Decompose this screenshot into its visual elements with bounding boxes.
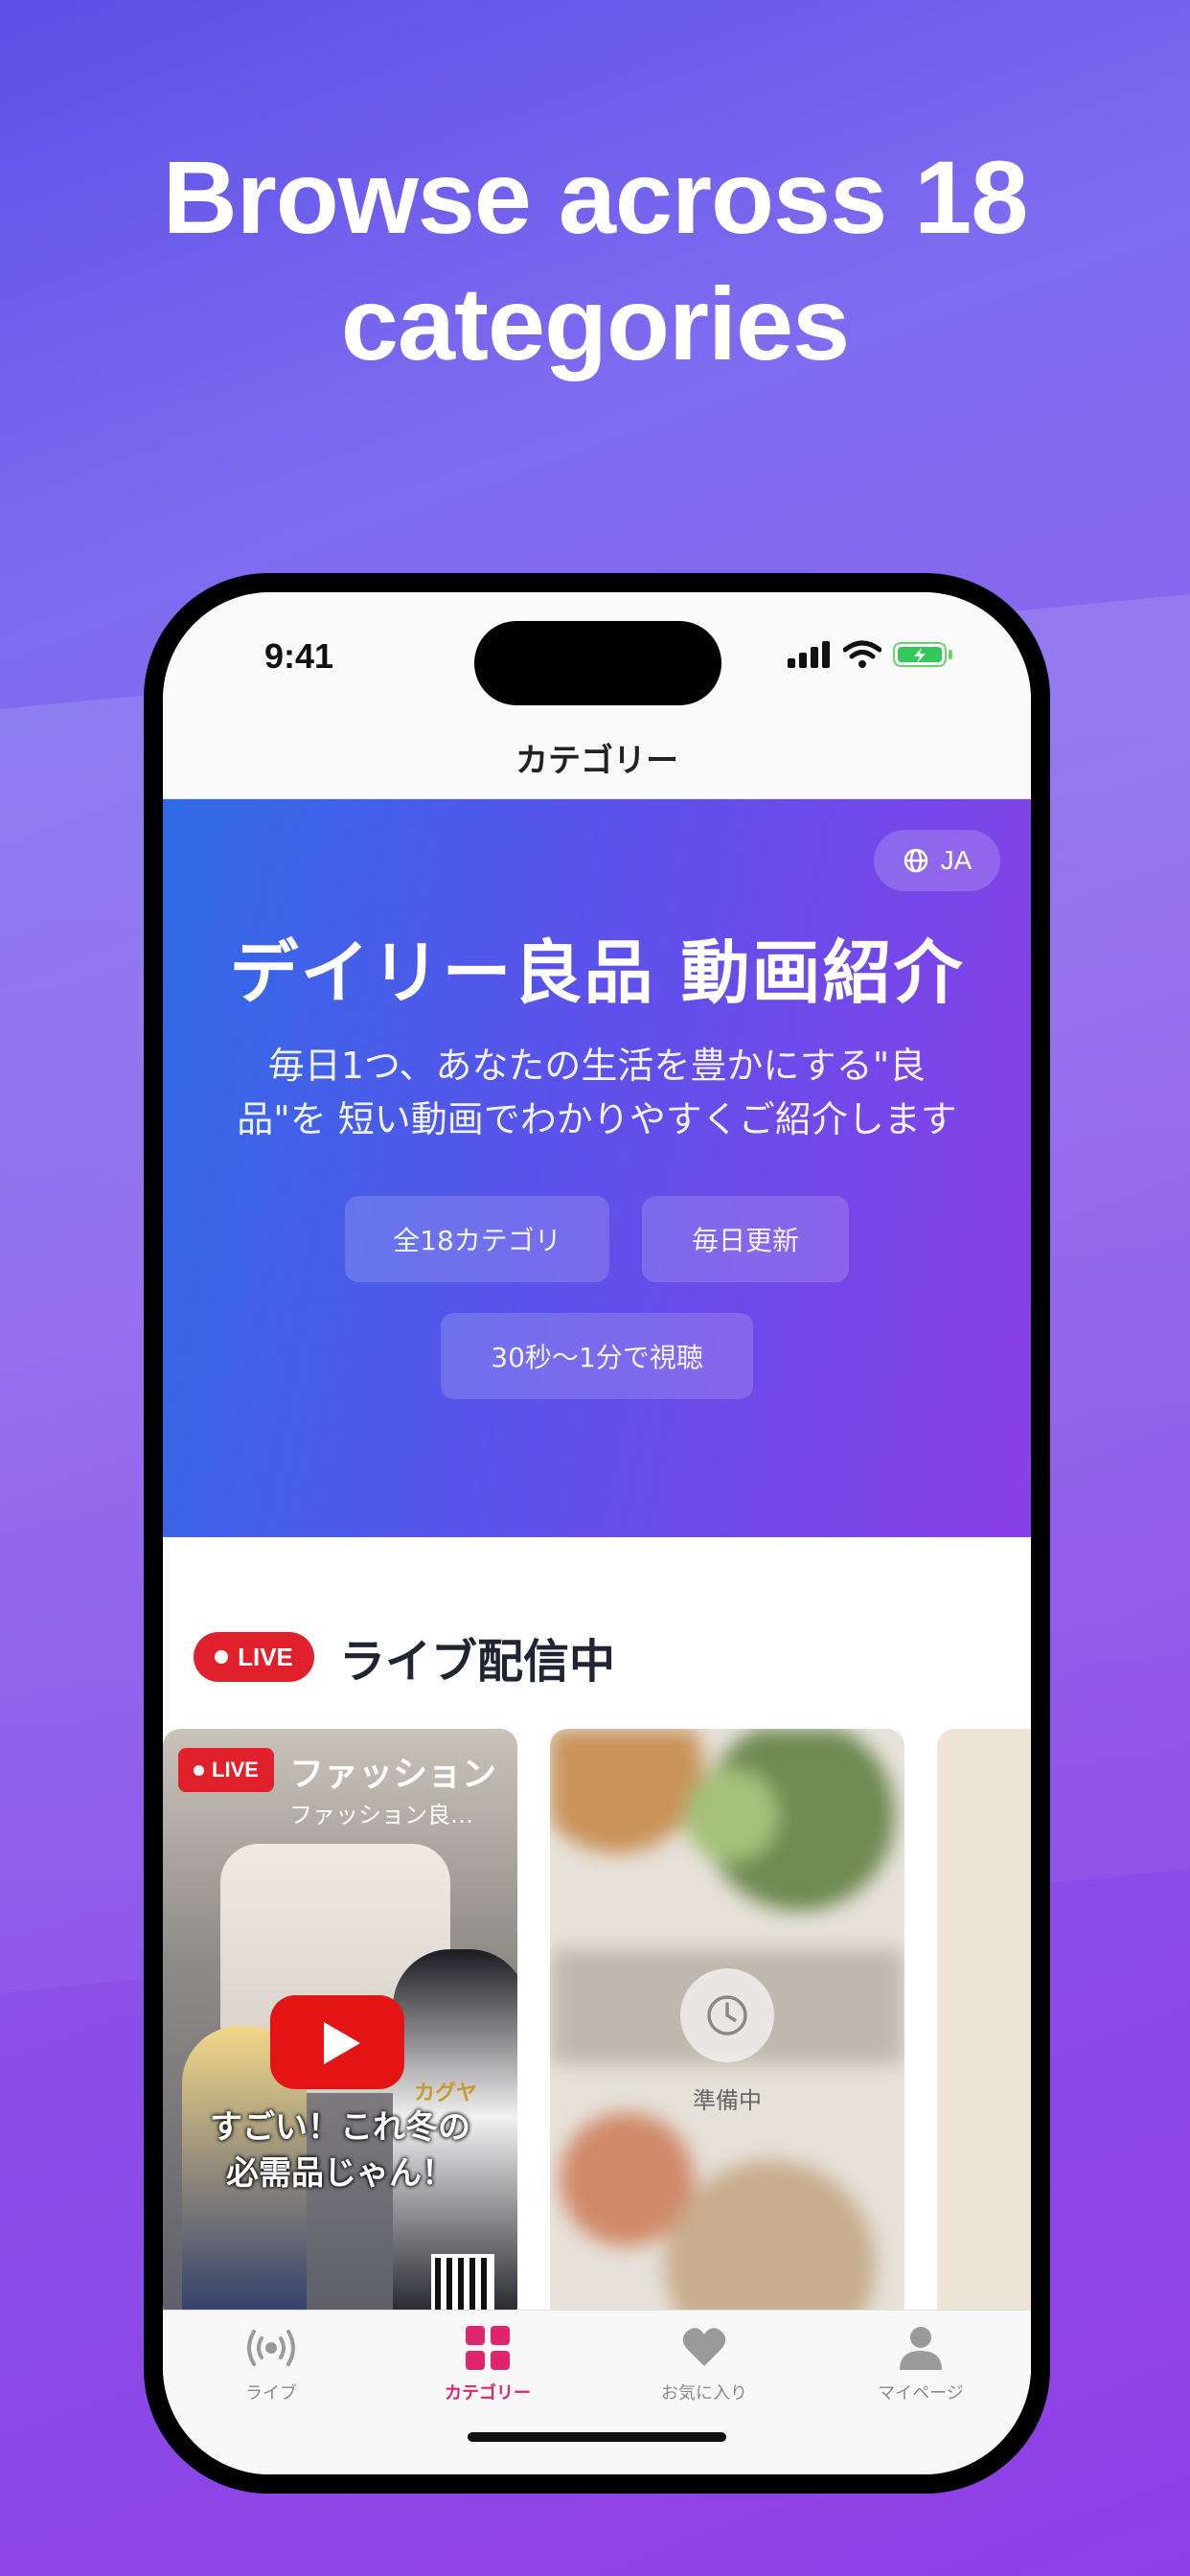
live-header: LIVE ライブ配信中 [194,1623,615,1690]
live-dot-icon [215,1650,229,1664]
grid-icon [466,2326,510,2370]
tab-categories[interactable]: カテゴリー [379,2324,596,2404]
dynamic-island [474,621,721,705]
nav-title: カテゴリー [163,717,1031,799]
character-name: カグヤ [414,2082,478,2105]
status-icons [788,640,954,669]
battery-charging-icon [893,642,952,667]
live-card-fashion[interactable]: LIVE ファッション ファッション良… カグヤ すごい！これ冬の 必需品じゃん… [163,1729,517,2323]
live-card-pending[interactable]: 準備中 [550,1729,904,2323]
status-time: 9:41 [264,636,334,676]
hero-subtitle-line-1: 毎日1つ、あなたの生活を豊かにする"良 [267,1045,927,1087]
clock-icon [707,1995,747,2036]
home-indicator [468,2432,726,2442]
card-subtitle: ファッション良… [289,1802,473,1828]
globe-icon [904,848,927,873]
tab-bar: ライブ カテゴリー お気に入り マイページ [163,2310,1031,2474]
live-section-title: ライブ配信中 [339,1635,616,1689]
phone-frame: 9:41 カテゴリー JA デイリー良品 動画紹介 毎日1つ、あなたの生活を豊か… [144,573,1050,2494]
status-bar: 9:41 [163,592,1031,717]
card-live-label: LIVE [212,1758,259,1782]
tab-favorites[interactable]: お気に入り [596,2324,812,2404]
language-label: JA [940,845,973,875]
video-caption: すごい！これ冬の 必需品じゃん！ [163,2104,517,2196]
hero-banner: JA デイリー良品 動画紹介 毎日1つ、あなたの生活を豊かにする"良 品"を 短… [163,799,1031,1537]
card-title: ファッション [289,1755,497,1794]
card-live-dot-icon [194,1764,205,1776]
live-card-partial[interactable] [937,1729,1031,2323]
hero-title: デイリー良品 動画紹介 [229,932,965,1013]
tab-mypage[interactable]: マイページ [812,2324,1029,2404]
pending-indicator: 準備中 [550,1968,904,2115]
tab-live[interactable]: ライブ [163,2324,379,2404]
chip-all-categories: 全18カテゴリ [345,1196,609,1282]
promo-headline: Browse across 18 categories [0,134,1190,387]
caption-line-2: 必需品じゃん！ [226,2154,454,2193]
tab-favorites-label: お気に入り [661,2383,747,2404]
tab-mypage-label: マイページ [878,2383,964,2404]
card-live-badge: LIVE [178,1748,274,1792]
language-button[interactable]: JA [874,830,1000,891]
signal-icon [788,641,830,668]
broadcast-icon [247,2330,295,2366]
youtube-play-icon[interactable] [270,1995,404,2089]
chip-daily-update: 毎日更新 [642,1196,849,1282]
app-screen: 9:41 カテゴリー JA デイリー良品 動画紹介 毎日1つ、あなたの生活を豊か… [163,592,1031,2474]
headline-line-1: Browse across 18 [162,139,1029,255]
headline-line-2: categories [340,265,850,381]
live-badge-label: LIVE [238,1642,293,1671]
clock-icon-wrap [680,1968,774,2062]
hero-subtitle: 毎日1つ、あなたの生活を豊かにする"良 品"を 短い動画でわかりやすくご紹介しま… [201,1039,993,1146]
person-icon [900,2327,942,2370]
hero-subtitle-line-2: 品"を 短い動画でわかりやすくご紹介します [237,1098,957,1140]
wifi-icon [843,640,881,668]
heart-icon [682,2328,726,2366]
tab-live-label: ライブ [245,2383,297,2404]
qr-code-icon [431,2254,494,2317]
pending-label: 準備中 [693,2087,762,2114]
caption-line-1: すごい！これ冬の [210,2108,470,2147]
chip-watch-time: 30秒〜1分で視聴 [441,1313,753,1399]
live-badge: LIVE [194,1632,314,1682]
tab-categories-label: カテゴリー [445,2383,531,2404]
